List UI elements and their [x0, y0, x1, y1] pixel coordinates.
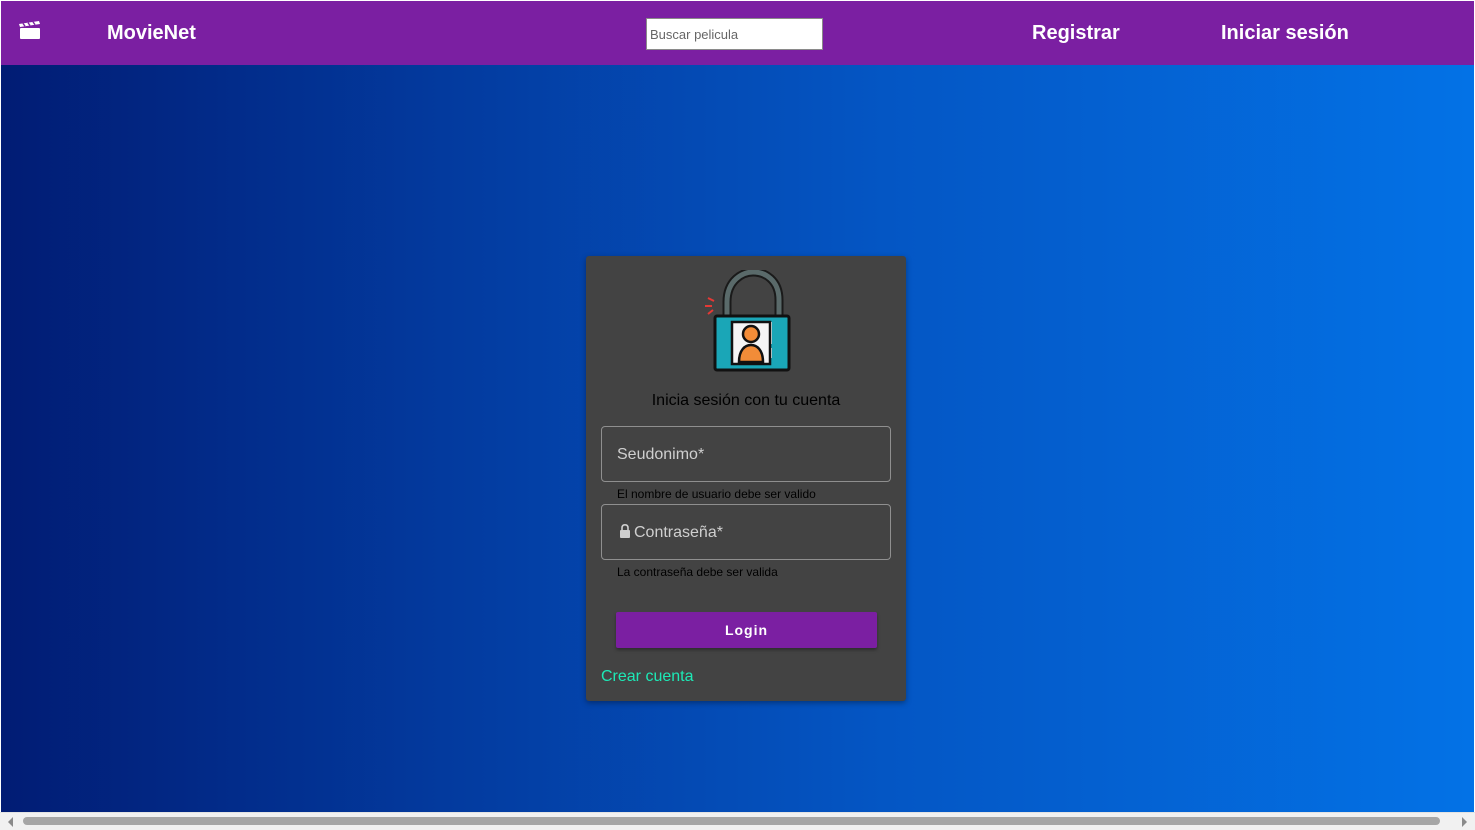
search-input[interactable]	[646, 18, 823, 50]
username-hint: El nombre de usuario debe ser valido	[617, 487, 816, 501]
scroll-left-arrow-icon[interactable]	[8, 817, 13, 827]
scrollbar-thumb[interactable]	[23, 817, 1440, 825]
brand-title[interactable]: MovieNet	[107, 21, 196, 45]
password-field[interactable]: Contraseña*	[601, 504, 891, 560]
login-link[interactable]: Iniciar sesión	[1221, 21, 1349, 45]
username-field[interactable]: Seudonimo*	[601, 426, 891, 482]
top-navbar: MovieNet Registrar Iniciar sesión	[1, 1, 1474, 65]
lock-icon	[620, 524, 630, 538]
password-hint: La contraseña debe ser valida	[617, 565, 778, 579]
login-card: Inicia sesión con tu cuenta Seudonimo* E…	[586, 256, 906, 701]
movie-clapperboard-icon[interactable]	[19, 21, 41, 39]
unlocked-padlock-user-icon	[705, 270, 791, 372]
username-label: Seudonimo*	[617, 446, 705, 463]
create-account-link[interactable]: Crear cuenta	[601, 667, 694, 686]
horizontal-scrollbar[interactable]	[0, 812, 1475, 830]
register-link[interactable]: Registrar	[1032, 21, 1120, 45]
login-button[interactable]: Login	[616, 612, 877, 648]
login-title: Inicia sesión con tu cuenta	[651, 392, 841, 409]
scroll-right-arrow-icon[interactable]	[1462, 817, 1467, 827]
password-label: Contraseña*	[634, 524, 723, 541]
